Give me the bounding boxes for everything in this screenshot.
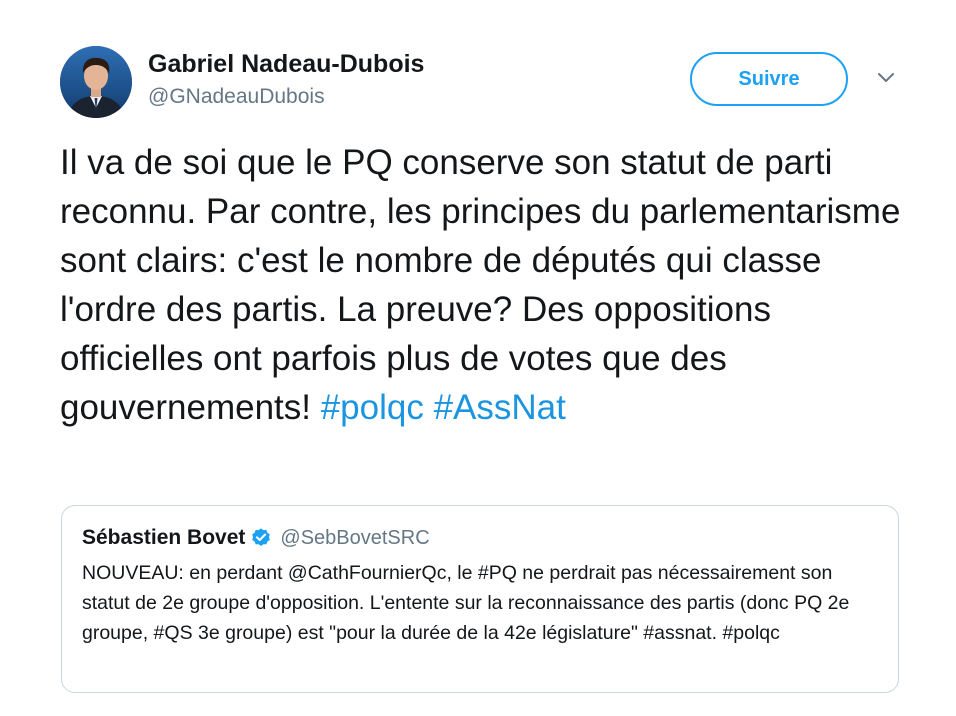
quoted-tweet-text: NOUVEAU: en perdant @CathFournierQc, le … <box>82 562 850 644</box>
tweet-card: Gabriel Nadeau-Dubois @GNadeauDubois Sui… <box>0 0 956 716</box>
quoted-author-name: Sébastien Bovet <box>82 526 246 549</box>
quoted-author-handle: @SebBovetSRC <box>280 526 430 549</box>
chevron-down-icon <box>878 73 894 82</box>
tweet-body: Il va de soi que le PQ conserve son stat… <box>60 143 901 427</box>
more-options-button[interactable] <box>872 68 900 88</box>
hashtag-link[interactable]: #AssNat <box>434 388 566 427</box>
follow-button[interactable]: Suivre <box>690 52 848 106</box>
hashtag-link[interactable]: #polqc <box>321 388 424 427</box>
quoted-tweet-header: Sébastien Bovet @SebBovetSRC <box>82 526 430 550</box>
verified-badge-icon <box>250 527 272 549</box>
author-avatar[interactable] <box>60 46 132 118</box>
author-handle[interactable]: @GNadeauDubois <box>148 85 325 109</box>
profile-photo-icon <box>60 46 132 118</box>
quoted-tweet[interactable]: Sébastien Bovet @SebBovetSRC NOUVEAU: en… <box>61 505 899 693</box>
author-name[interactable]: Gabriel Nadeau-Dubois <box>148 50 424 79</box>
tweet-text: Il va de soi que le PQ conserve son stat… <box>60 138 910 432</box>
